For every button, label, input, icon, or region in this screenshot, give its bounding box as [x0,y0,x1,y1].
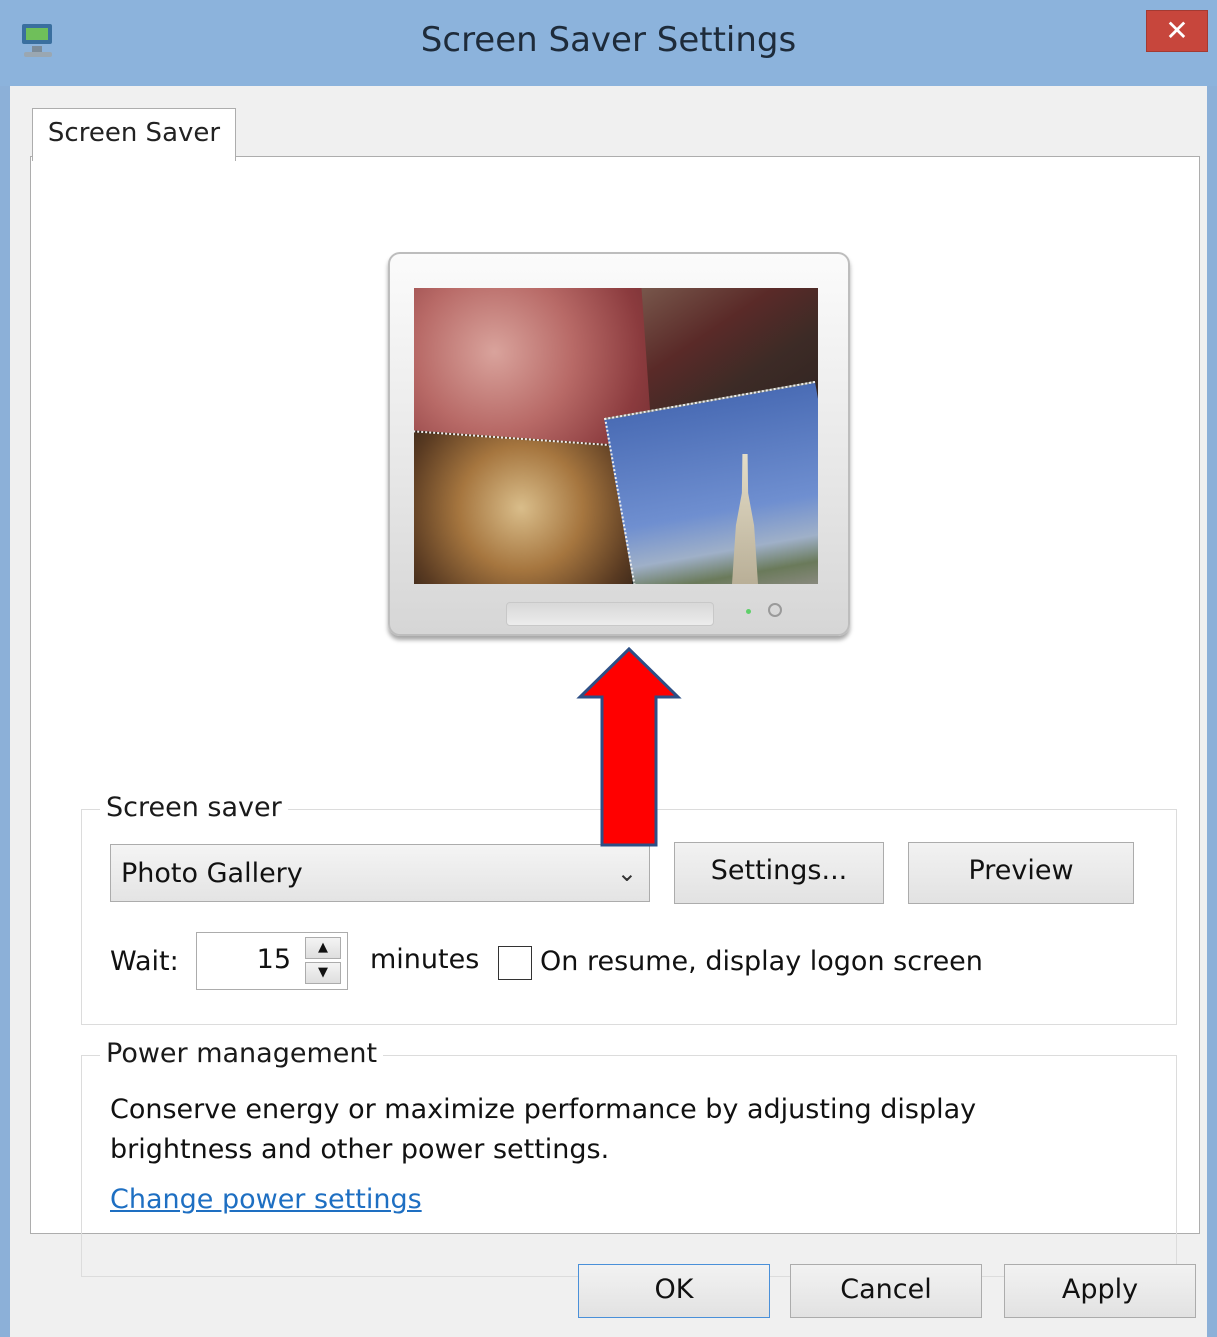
spin-up-icon[interactable]: ▲ [305,937,341,959]
power-management-group-label: Power management [100,1038,384,1069]
resume-logon-checkbox[interactable] [498,946,532,980]
ok-button[interactable]: OK [578,1264,770,1318]
window-title: Screen Saver Settings [420,20,797,60]
annotation-arrow-up-icon [576,646,682,847]
apply-button[interactable]: Apply [1004,1264,1196,1318]
preview-button[interactable]: Preview [908,842,1134,904]
screen-saver-dropdown[interactable]: Photo Gallery ⌄ [110,844,650,902]
power-description: Conserve energy or maximize performance … [110,1094,977,1165]
preview-photo [414,430,642,584]
monitor-led [746,609,751,614]
monitor-bezel-slot [506,602,714,626]
change-power-settings-link[interactable]: Change power settings [110,1184,422,1215]
wait-label: Wait: [110,946,179,977]
tab-screen-saver[interactable]: Screen Saver [32,108,236,161]
monitor-screen-preview [414,288,818,584]
chevron-down-icon: ⌄ [616,859,637,887]
wait-minutes-value: 15 [256,944,291,975]
spin-down-icon[interactable]: ▼ [305,962,341,984]
close-icon: ✕ [1165,14,1189,47]
screen-saver-group-label: Screen saver [100,792,288,823]
monitor-power-icon [768,603,782,617]
minutes-label: minutes [370,944,480,975]
wait-minutes-field[interactable]: 15 ▲ ▼ [196,932,348,990]
power-management-group: Power management Conserve energy or maxi… [81,1038,1177,1277]
preview-photo [604,380,818,584]
wait-spinner: ▲ ▼ [305,937,341,985]
resume-logon-label[interactable]: On resume, display logon screen [540,946,983,977]
cancel-button[interactable]: Cancel [790,1264,982,1318]
close-button[interactable]: ✕ [1146,10,1208,52]
settings-button[interactable]: Settings... [674,842,884,904]
screen-saver-selected-value: Photo Gallery [121,858,303,889]
title-bar[interactable]: Screen Saver Settings ✕ [0,0,1217,86]
preview-monitor [388,252,850,636]
